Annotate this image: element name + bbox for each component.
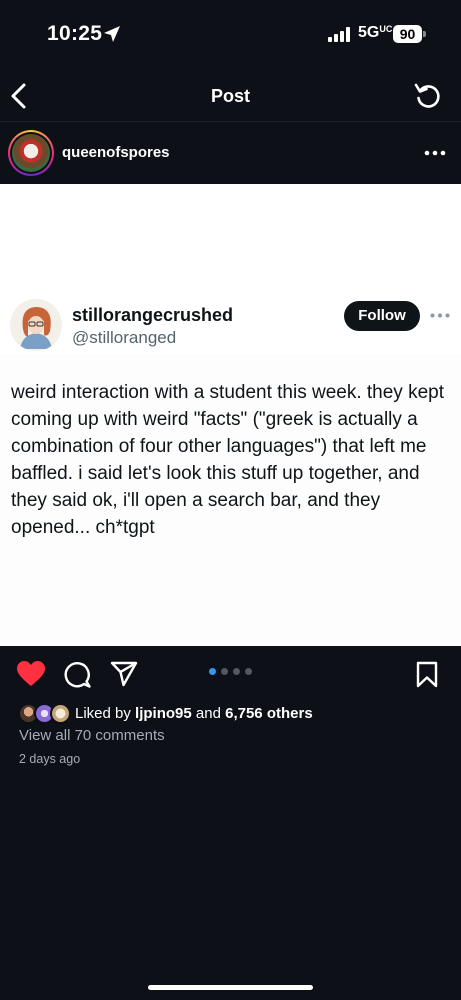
battery-indicator: 90 xyxy=(393,25,422,43)
follow-button: Follow xyxy=(344,301,420,331)
battery-cap xyxy=(423,31,426,37)
tweet-more-icon xyxy=(430,313,450,318)
signal-icon xyxy=(328,27,350,42)
heart-icon[interactable] xyxy=(16,660,46,688)
cartoon-avatar-image xyxy=(10,299,62,351)
author-avatar[interactable] xyxy=(8,130,54,176)
tweet-handle: @stilloranged xyxy=(72,328,177,347)
post-image[interactable]: stillorangecrushed @stilloranged Follow … xyxy=(0,184,461,646)
page-title: Post xyxy=(210,86,250,106)
action-bar xyxy=(0,646,461,706)
refresh-icon[interactable] xyxy=(413,81,443,111)
status-time: 10:25 xyxy=(47,22,103,45)
share-icon[interactable] xyxy=(110,661,138,687)
carousel-dot-active xyxy=(209,668,216,675)
likes-conjunction: and xyxy=(195,705,221,722)
view-comments-link[interactable]: View all 70 comments xyxy=(19,727,165,744)
author-username[interactable]: queenofspores xyxy=(62,144,170,161)
carousel-dot xyxy=(233,668,240,675)
bookmark-icon[interactable] xyxy=(416,661,438,688)
mushroom-avatar-image xyxy=(12,134,50,172)
likes-text: Liked by ljpino95 and 6,756 others xyxy=(75,705,313,722)
nav-bar: Post xyxy=(0,70,461,122)
carousel-indicator xyxy=(209,668,253,676)
home-indicator[interactable] xyxy=(148,985,313,990)
liker-avatar xyxy=(50,703,71,724)
tweet-author-avatar xyxy=(10,299,62,351)
post-header: queenofspores xyxy=(0,122,461,184)
network-subtype: UC xyxy=(379,24,393,34)
likes-prefix: Liked by xyxy=(75,705,131,722)
carousel-dot xyxy=(245,668,252,675)
tweet-text: weird interaction with a student this we… xyxy=(11,382,445,538)
carousel-dot xyxy=(221,668,228,675)
likes-others-count[interactable]: 6,756 others xyxy=(225,705,313,722)
location-arrow-icon xyxy=(104,26,120,42)
comment-icon[interactable] xyxy=(64,661,91,688)
status-bar: 10:25 5GUC 90 xyxy=(0,0,461,70)
more-options-icon[interactable] xyxy=(424,150,446,156)
liked-by-username[interactable]: ljpino95 xyxy=(135,705,192,722)
network-type: 5G xyxy=(358,24,380,41)
post-timestamp: 2 days ago xyxy=(19,752,81,766)
tweet-display-name: stillorangecrushed xyxy=(72,305,234,325)
network-label: 5GUC xyxy=(358,24,392,42)
